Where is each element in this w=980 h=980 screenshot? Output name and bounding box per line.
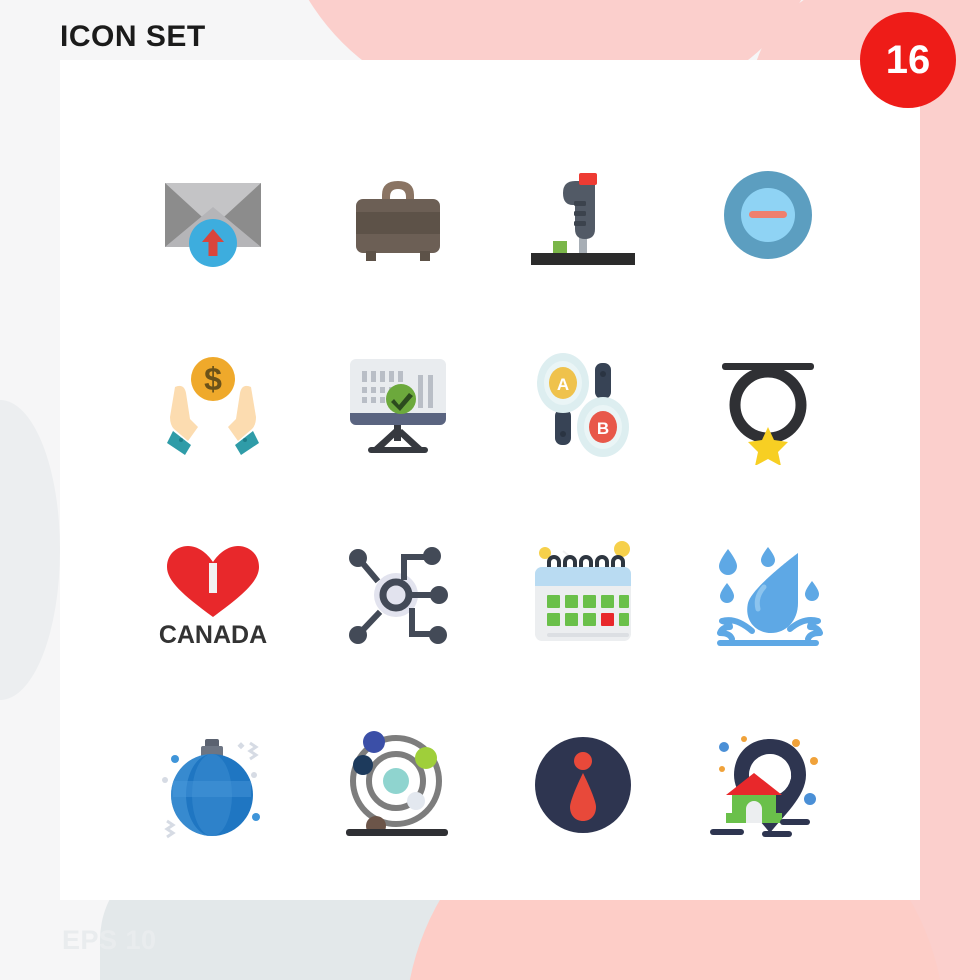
icon-cell-briefcase[interactable] (305, 120, 490, 310)
icon-cell-atom-orbit[interactable] (305, 690, 490, 880)
christmas-ball-icon (161, 739, 260, 839)
icon-cell-mail-upload[interactable] (120, 120, 305, 310)
icon-cell-star-pendant[interactable] (675, 310, 860, 500)
hands-money-icon: $ (166, 357, 259, 455)
mail-upload-icon (164, 183, 261, 267)
icon-cell-water-drop[interactable] (675, 500, 860, 690)
presentation-check-icon (349, 359, 446, 453)
icon-cell-minus-circle[interactable] (675, 120, 860, 310)
home-location-pin-icon (709, 736, 818, 837)
icon-cell-christmas-ball[interactable] (120, 690, 305, 880)
briefcase-icon (355, 181, 440, 261)
atom-orbit-icon (345, 731, 448, 836)
icon-cell-hands-money[interactable]: $ (120, 310, 305, 500)
joystick-icon (530, 173, 635, 265)
eps-version-label: EPS 10 (62, 925, 157, 955)
icon-count-badge: 16 (860, 12, 956, 108)
minus-circle-icon (723, 171, 812, 259)
icon-cell-i-love-canada[interactable]: CANADA (120, 500, 305, 690)
icon-cell-presentation-check[interactable] (305, 310, 490, 500)
i-love-canada-icon: CANADA (158, 546, 267, 649)
canada-caption: CANADA (158, 621, 266, 649)
icon-cell-calendar[interactable] (490, 500, 675, 690)
svg-text:$: $ (204, 361, 222, 397)
calendar-icon (534, 541, 631, 641)
ab-label-a: A (556, 375, 568, 394)
page-title: ICON SET (60, 20, 206, 53)
icon-cell-joystick[interactable] (490, 120, 675, 310)
icon-cell-home-location[interactable] (675, 690, 860, 880)
icon-cell-ab-testing[interactable]: A B (490, 310, 675, 500)
ab-label-b: B (596, 419, 608, 438)
grey-blob-left (0, 400, 60, 700)
icon-set-poster: ICON SET 16 EPS 10 $ A B CANADA (0, 0, 980, 980)
star-pendant-icon (721, 363, 814, 465)
water-drop-splash-icon (716, 547, 823, 646)
network-nodes-icon (348, 547, 448, 644)
icon-cell-network-nodes[interactable] (305, 500, 490, 690)
ab-testing-icon: A B (536, 353, 629, 457)
icon-cell-info-drop[interactable] (490, 690, 675, 880)
icon-grid: $ A B CANADA (120, 120, 860, 880)
info-drop-icon (534, 737, 631, 833)
